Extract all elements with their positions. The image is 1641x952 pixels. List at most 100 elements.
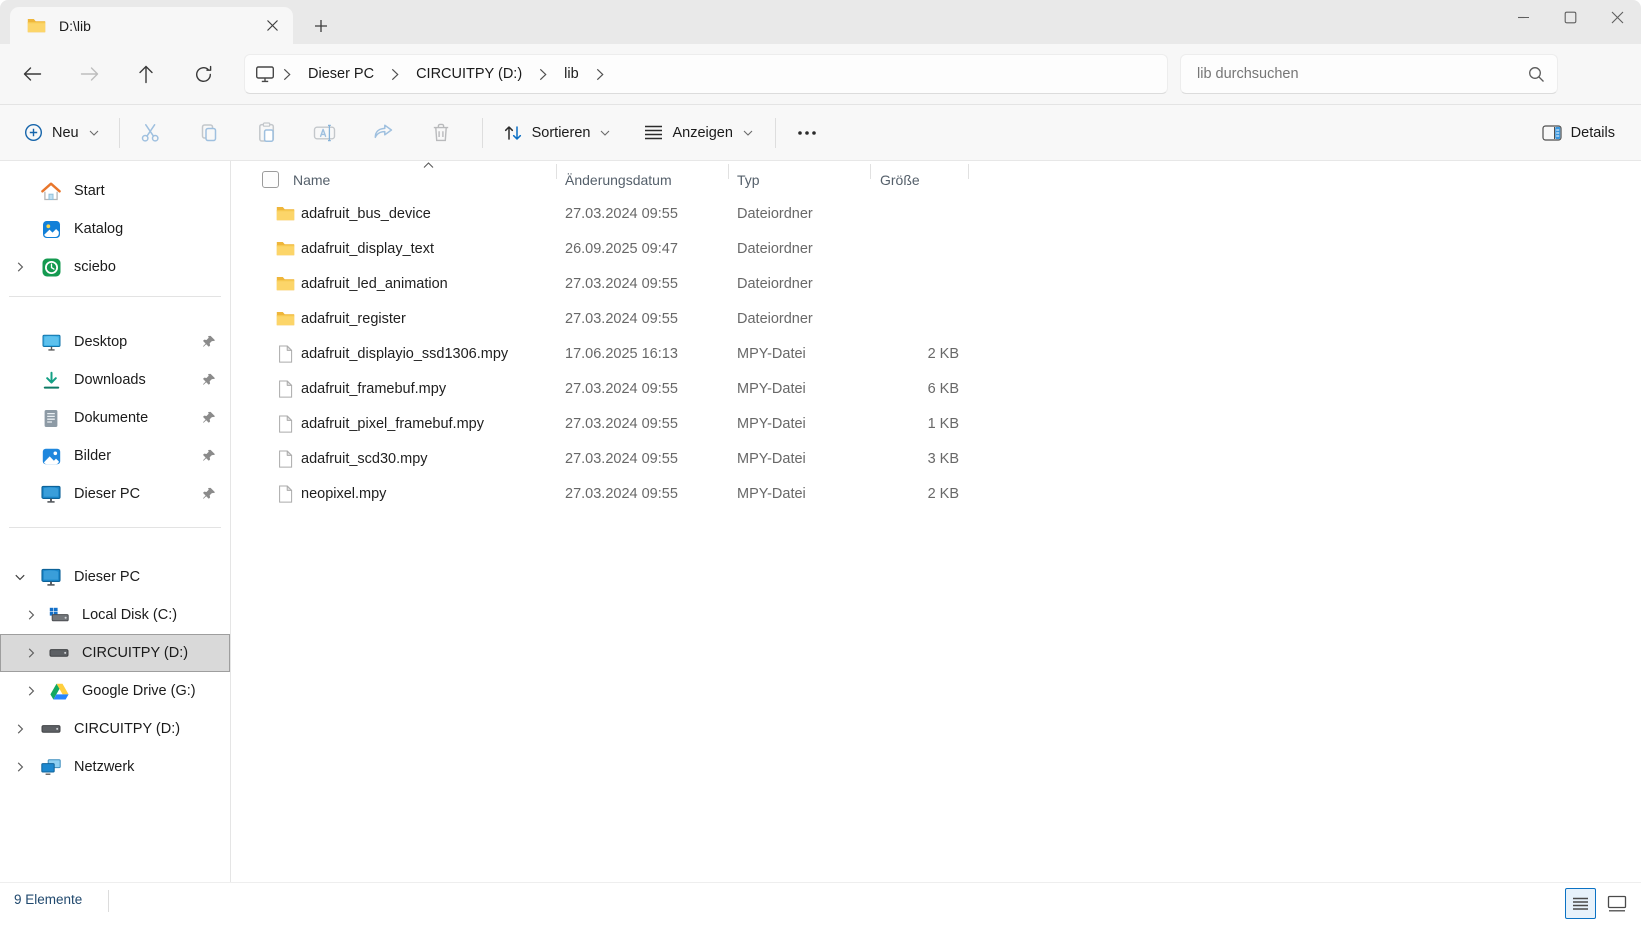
- sidebar-item-desktop[interactable]: Desktop: [0, 323, 230, 361]
- file-size: 6 KB: [870, 381, 968, 397]
- chevron-right-icon[interactable]: [14, 761, 26, 773]
- sidebar-item-dokumente[interactable]: Dokumente: [0, 399, 230, 437]
- file-date: 27.03.2024 09:55: [556, 276, 728, 292]
- breadcrumb-chevron-icon[interactable]: [531, 68, 555, 81]
- file-row[interactable]: adafruit_displayio_ssd1306.mpy17.06.2025…: [231, 336, 1641, 371]
- sidebar-item-sciebo[interactable]: sciebo: [0, 248, 230, 286]
- new-button[interactable]: Neu: [14, 114, 109, 152]
- breadcrumb-chevron-icon[interactable]: [383, 68, 407, 81]
- details-pane-icon: [1542, 125, 1562, 141]
- chevron-right-icon[interactable]: [25, 685, 37, 697]
- documents-icon: [43, 409, 59, 428]
- maximize-icon[interactable]: [1547, 0, 1594, 34]
- paste-button[interactable]: [246, 114, 288, 152]
- sidebar-item-katalog[interactable]: Katalog: [0, 210, 230, 248]
- up-icon[interactable]: [126, 56, 166, 92]
- file-name: adafruit_framebuf.mpy: [301, 381, 446, 397]
- file-type: Dateiordner: [728, 206, 870, 222]
- refresh-icon[interactable]: [183, 56, 223, 92]
- details-pane-button[interactable]: Details: [1532, 114, 1625, 152]
- minimize-icon[interactable]: [1500, 0, 1547, 34]
- more-options-icon[interactable]: [786, 114, 828, 152]
- trash-icon: [432, 123, 450, 143]
- close-icon[interactable]: [1594, 0, 1641, 34]
- breadcrumb-chevron-icon[interactable]: [588, 68, 612, 81]
- file-icon: [278, 380, 293, 398]
- google-drive-icon: [50, 683, 69, 700]
- file-size: 2 KB: [870, 486, 968, 502]
- downloads-icon: [42, 371, 61, 390]
- file-name: adafruit_display_text: [301, 241, 434, 257]
- delete-button[interactable]: [420, 114, 462, 152]
- column-header-type[interactable]: Typ: [728, 172, 870, 188]
- sort-button[interactable]: Sortieren: [493, 114, 621, 152]
- breadcrumb-chevron-icon[interactable]: [275, 68, 299, 81]
- column-divider[interactable]: [728, 164, 729, 179]
- file-name: adafruit_displayio_ssd1306.mpy: [301, 346, 508, 362]
- file-row[interactable]: adafruit_framebuf.mpy27.03.2024 09:55MPY…: [231, 371, 1641, 406]
- copy-button[interactable]: [188, 114, 230, 152]
- file-row[interactable]: adafruit_scd30.mpy27.03.2024 09:55MPY-Da…: [231, 441, 1641, 476]
- sidebar-item-circuitpy-d-[interactable]: CIRCUITPY (D:): [0, 710, 230, 748]
- back-icon[interactable]: [12, 56, 52, 92]
- chevron-right-icon[interactable]: [14, 723, 26, 735]
- file-icon: [278, 345, 293, 363]
- view-button[interactable]: Anzeigen: [634, 114, 762, 152]
- file-row[interactable]: neopixel.mpy27.03.2024 09:55MPY-Datei2 K…: [231, 476, 1641, 511]
- sidebar-item-dieser-pc[interactable]: Dieser PC: [0, 475, 230, 513]
- sidebar-item-local-disk-c-[interactable]: Local Disk (C:): [0, 596, 230, 634]
- file-row[interactable]: adafruit_led_animation27.03.2024 09:55Da…: [231, 266, 1641, 301]
- sidebar-item-bilder[interactable]: Bilder: [0, 437, 230, 475]
- breadcrumb-item[interactable]: Dieser PC: [299, 60, 383, 88]
- search-box[interactable]: [1180, 54, 1558, 94]
- share-button[interactable]: [362, 114, 404, 152]
- select-all-checkbox[interactable]: [262, 171, 279, 188]
- sidebar-item-label: Dieser PC: [74, 486, 140, 502]
- sidebar-divider: [9, 296, 221, 297]
- column-divider[interactable]: [870, 164, 871, 179]
- file-row[interactable]: adafruit_pixel_framebuf.mpy27.03.2024 09…: [231, 406, 1641, 441]
- rename-button[interactable]: [304, 114, 346, 152]
- cut-button[interactable]: [130, 114, 172, 152]
- gallery-icon: [42, 220, 61, 239]
- file-row[interactable]: adafruit_bus_device27.03.2024 09:55Datei…: [231, 196, 1641, 231]
- sidebar-item-start[interactable]: Start: [0, 172, 230, 210]
- status-divider: [108, 890, 109, 912]
- sidebar-item-downloads[interactable]: Downloads: [0, 361, 230, 399]
- large-icons-view-toggle[interactable]: [1607, 895, 1627, 912]
- toolbar-divider: [482, 118, 483, 148]
- search-input[interactable]: [1197, 66, 1528, 82]
- content-area: StartKatalogsciebo DesktopDownloadsDokume…: [0, 161, 1641, 882]
- column-header-size[interactable]: Größe: [870, 172, 968, 188]
- breadcrumb-item[interactable]: CIRCUITPY (D:): [407, 60, 531, 88]
- file-row[interactable]: adafruit_display_text26.09.2025 09:47Dat…: [231, 231, 1641, 266]
- file-size: 3 KB: [870, 451, 968, 467]
- column-divider[interactable]: [556, 164, 557, 179]
- search-icon[interactable]: [1528, 66, 1545, 83]
- column-header-date[interactable]: Änderungsdatum: [556, 172, 728, 188]
- chevron-right-icon[interactable]: [25, 609, 37, 621]
- share-icon: [372, 123, 393, 142]
- chevron-right-icon[interactable]: [25, 647, 37, 659]
- chevron-right-icon[interactable]: [14, 261, 26, 273]
- column-header-name[interactable]: Name: [293, 172, 330, 188]
- file-row[interactable]: adafruit_register27.03.2024 09:55Dateior…: [231, 301, 1641, 336]
- new-tab-button[interactable]: [306, 13, 336, 39]
- breadcrumb[interactable]: Dieser PC CIRCUITPY (D:) lib: [244, 54, 1168, 94]
- navigation-pane: StartKatalogsciebo DesktopDownloadsDokume…: [0, 161, 231, 882]
- explorer-tab[interactable]: D:\lib: [10, 7, 293, 44]
- breadcrumb-item[interactable]: lib: [555, 60, 588, 88]
- sidebar-item-google-drive-g-[interactable]: Google Drive (G:): [0, 672, 230, 710]
- folder-icon: [276, 311, 295, 326]
- sidebar-item-dieser-pc[interactable]: Dieser PC: [0, 558, 230, 596]
- forward-icon[interactable]: [69, 56, 109, 92]
- chevron-down-icon[interactable]: [14, 571, 26, 583]
- tab-close-icon[interactable]: [259, 13, 285, 39]
- sidebar-item-circuitpy-d-[interactable]: CIRCUITPY (D:): [0, 634, 230, 672]
- column-divider[interactable]: [968, 164, 969, 179]
- file-name: adafruit_pixel_framebuf.mpy: [301, 416, 484, 432]
- details-view-toggle[interactable]: [1565, 888, 1596, 919]
- sidebar-item-netzwerk[interactable]: Netzwerk: [0, 748, 230, 786]
- drive-icon: [41, 724, 61, 734]
- file-explorer-window: D:\lib: [0, 0, 1641, 952]
